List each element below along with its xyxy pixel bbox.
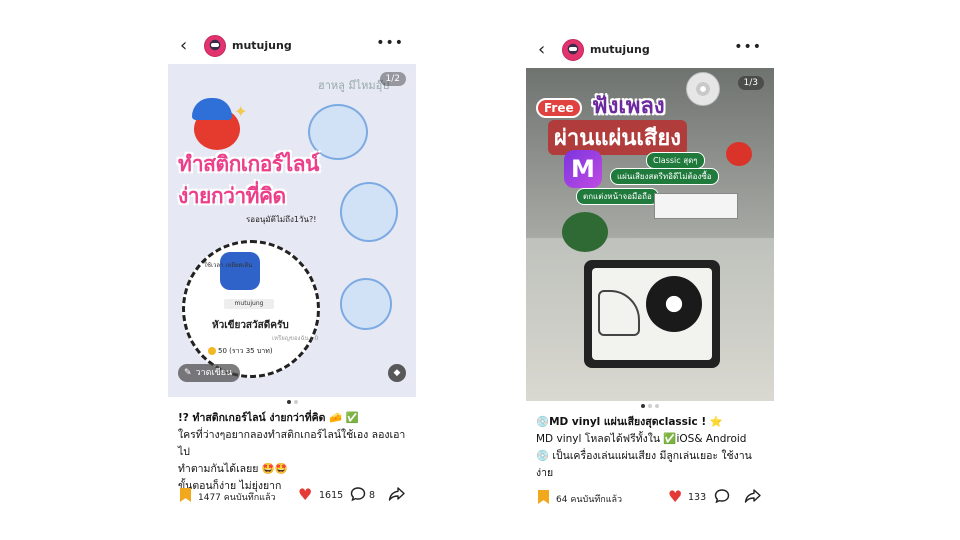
caption-line: ใครที่ว่างๆอยากลองทำสติกเกอร์ไลน์ใช้เอง …: [178, 429, 406, 458]
coin-icon: [208, 347, 216, 355]
ellipsis-icon[interactable]: •••: [734, 39, 762, 55]
image-subtitle: รออนุมัติไม่ถึง1วัน?!: [246, 215, 317, 224]
save-count: 1477 คนบันทึกแล้ว: [198, 493, 276, 503]
tomato-mascot: [726, 142, 752, 166]
draw-tag[interactable]: ✎ วาดเขียน: [178, 364, 241, 382]
post-image[interactable]: ฮาหลู มีไหมอุ๊ป 1/2 ✦ ทำสติกเกอร์ไลน์ ง่…: [168, 64, 416, 397]
cd-icon: [686, 72, 720, 106]
comment-icon[interactable]: [714, 488, 730, 504]
draw-tag-label: วาดเขียน: [195, 368, 233, 378]
post-header: ‹ mutujung •••: [168, 30, 416, 64]
hand-note: ฮาหลู มีไหมอุ๊ป: [318, 79, 390, 92]
comment-icon[interactable]: [350, 486, 366, 502]
coin-balance: เหรียญของฉัน : 0: [272, 335, 319, 342]
post-actions: 64 คนบันทึกแล้ว ♥ 133: [526, 487, 774, 509]
image-title-line1: ฟังเพลง: [592, 94, 665, 119]
bookmark-icon[interactable]: [538, 490, 549, 504]
caption-line: 💿MD vinyl แผ่นเสียงสุดclassic ! ⭐: [536, 416, 723, 428]
avatar[interactable]: [562, 39, 584, 61]
avatar[interactable]: [204, 35, 226, 57]
like-count: 1615: [319, 490, 344, 501]
carousel-dot: [655, 404, 659, 408]
carousel-dot: [293, 400, 298, 404]
image-title-line1: ทำสติกเกอร์ไลน์: [178, 152, 319, 176]
caption-line: ทำตามกันได้เลยย 🤩🤩: [178, 463, 288, 475]
caption-line: MD vinyl โหลดได้ฟรีทั้งใน ✅iOS& Android: [536, 433, 747, 445]
app-logo: M: [564, 150, 602, 188]
heart-icon[interactable]: ♥: [668, 489, 684, 505]
image-counter: 1/2: [379, 72, 406, 86]
monitor-screen: [654, 193, 738, 219]
image-title-line2: ผ่านแผ่นเสียง: [548, 120, 687, 155]
image-counter: 1/3: [737, 76, 764, 90]
sticker-card-label: mutujung: [224, 299, 274, 309]
caption-line: 💿 เป็นเครื่องเล่นแผ่นเสียง มีลูกเล่นเยอะ…: [536, 450, 752, 479]
monster-doodle: [340, 182, 398, 242]
post-card-vinyl: ‹ mutujung ••• 1/3 Free ฟังเพลง ผ่านแผ่น…: [526, 30, 774, 510]
carousel-dots: [526, 404, 774, 408]
post-actions: 1477 คนบันทึกแล้ว ♥ 1615 8: [168, 485, 416, 507]
carousel-dot: [286, 400, 291, 404]
image-title-line2: ง่ายกว่าที่คิด: [178, 184, 286, 208]
username[interactable]: mutujung: [590, 43, 650, 56]
heart-icon[interactable]: ♥: [298, 487, 314, 503]
bookmark-icon[interactable]: [180, 488, 191, 502]
feature-pill: Classic สุดๆ: [646, 152, 705, 169]
sticker-character: [220, 252, 260, 290]
ellipsis-icon[interactable]: •••: [376, 35, 404, 51]
feature-pill: ตกแต่งหน้าจอมือถือ: [576, 188, 659, 205]
share-icon[interactable]: [744, 488, 762, 504]
vinyl-record: [646, 276, 702, 332]
sticker-note: ใช้เวลา เหยียดเส้น: [204, 262, 253, 269]
like-count: 133: [688, 492, 707, 503]
sparkle-icon: ✦: [234, 102, 248, 121]
chevron-left-icon[interactable]: ‹: [180, 37, 192, 55]
free-badge: Free: [536, 98, 582, 118]
chevron-left-icon[interactable]: ‹: [538, 41, 550, 59]
tag-icon[interactable]: ◆: [388, 364, 406, 382]
carousel-dots: [168, 400, 416, 404]
plant-illustration: [562, 212, 608, 252]
post-caption[interactable]: 💿MD vinyl แผ่นเสียงสุดclassic ! ⭐ MD vin…: [536, 414, 768, 482]
share-icon[interactable]: [388, 486, 406, 502]
comment-count: 8: [369, 490, 376, 501]
post-header: ‹ mutujung •••: [526, 34, 774, 68]
sticker-card-title: หัวเขียวสวัสดีครับ: [212, 320, 289, 331]
save-count: 64 คนบันทึกแล้ว: [556, 495, 623, 505]
post-image[interactable]: 1/3 Free ฟังเพลง ผ่านแผ่นเสียง M Classic…: [526, 68, 774, 401]
pen-icon: ✎: [184, 368, 192, 378]
username[interactable]: mutujung: [232, 39, 292, 52]
sticker-price: 50 (ราว 35 บาท): [218, 347, 273, 355]
feature-pill: แผ่นเสียงสตรีทอิดีไม่ต้องซื้อ: [610, 168, 719, 185]
monster-doodle: [340, 278, 392, 330]
cap-illustration: [192, 98, 232, 120]
caption-line: !? ทำสติกเกอร์ไลน์ ง่ายกว่าที่คิด 🧀 ✅: [178, 412, 359, 424]
carousel-dot: [648, 404, 652, 408]
post-card-sticker: ‹ mutujung ••• ฮาหลู มีไหมอุ๊ป 1/2 ✦ ทำส…: [168, 30, 416, 510]
post-caption[interactable]: !? ทำสติกเกอร์ไลน์ ง่ายกว่าที่คิด 🧀 ✅ ใค…: [178, 410, 410, 495]
carousel-dot: [641, 404, 645, 408]
